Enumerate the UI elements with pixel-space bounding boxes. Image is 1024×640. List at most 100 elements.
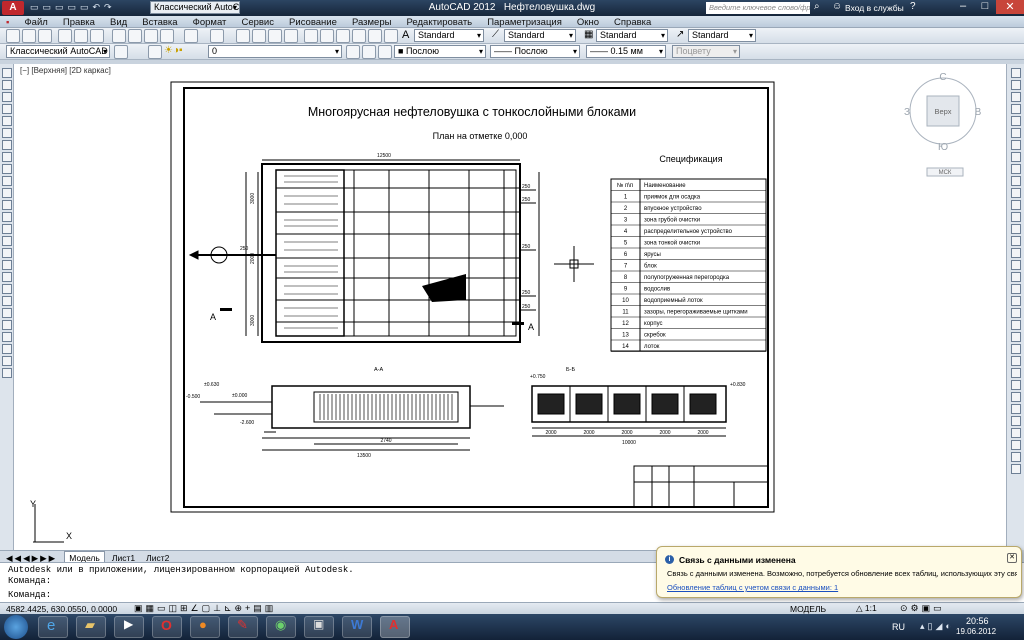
modify-tool-icon[interactable]: [1011, 68, 1021, 78]
app-icon[interactable]: ✎: [228, 616, 258, 638]
draw-tool-icon[interactable]: [2, 164, 12, 174]
zoom-window-icon[interactable]: [268, 29, 282, 43]
draw-tool-icon[interactable]: [2, 128, 12, 138]
modify-tool-icon[interactable]: [1011, 332, 1021, 342]
draw-tool-icon[interactable]: [2, 104, 12, 114]
draw-tool-icon[interactable]: [2, 296, 12, 306]
opera-icon[interactable]: O: [152, 616, 182, 638]
lineweight-select[interactable]: —— 0.15 мм: [586, 45, 666, 58]
clock-date[interactable]: 19.06.2012: [956, 627, 996, 636]
modify-tool-icon[interactable]: [1011, 176, 1021, 186]
explorer-icon[interactable]: ▰: [76, 616, 106, 638]
model-space-button[interactable]: МОДЕЛЬ: [790, 604, 826, 614]
layer-previous-icon[interactable]: [362, 45, 376, 59]
modify-tool-icon[interactable]: [1011, 200, 1021, 210]
start-button[interactable]: [4, 615, 28, 639]
preview-icon[interactable]: [74, 29, 88, 43]
modify-tool-icon[interactable]: [1011, 248, 1021, 258]
zoom-realtime-icon[interactable]: [252, 29, 266, 43]
draw-tool-icon[interactable]: [2, 284, 12, 294]
annotation-scale[interactable]: △ 1:1: [856, 603, 877, 614]
draw-tool-icon[interactable]: [2, 80, 12, 90]
draw-tool-icon[interactable]: [2, 344, 12, 354]
save-icon[interactable]: [38, 29, 52, 43]
modify-tool-icon[interactable]: [1011, 416, 1021, 426]
close-button[interactable]: ✕: [996, 0, 1024, 14]
modify-tool-icon[interactable]: [1011, 380, 1021, 390]
paste-icon[interactable]: [144, 29, 158, 43]
publish-icon[interactable]: [90, 29, 104, 43]
draw-tool-icon[interactable]: [2, 152, 12, 162]
modify-tool-icon[interactable]: [1011, 428, 1021, 438]
draw-tool-icon[interactable]: [2, 68, 12, 78]
layer-iso-icon[interactable]: [378, 45, 392, 59]
draw-tool-icon[interactable]: [2, 92, 12, 102]
modify-tool-icon[interactable]: [1011, 92, 1021, 102]
modify-tool-icon[interactable]: [1011, 164, 1021, 174]
draw-tool-icon[interactable]: [2, 272, 12, 282]
properties-icon[interactable]: [304, 29, 318, 43]
draw-tool-icon[interactable]: [2, 200, 12, 210]
modify-tool-icon[interactable]: [1011, 212, 1021, 222]
modify-tool-icon[interactable]: [1011, 440, 1021, 450]
ie-icon[interactable]: e: [38, 616, 68, 638]
draw-tool-icon[interactable]: [2, 320, 12, 330]
minimize-button[interactable]: –: [952, 0, 974, 14]
modify-tool-icon[interactable]: [1011, 128, 1021, 138]
draw-tool-icon[interactable]: [2, 236, 12, 246]
modify-tool-icon[interactable]: [1011, 80, 1021, 90]
search-input[interactable]: Введите ключевое слово/фразу: [706, 2, 810, 14]
notification-link[interactable]: Обновление таблиц с учетом связи с данны…: [667, 583, 838, 592]
pan-icon[interactable]: [236, 29, 250, 43]
modify-tool-icon[interactable]: [1011, 464, 1021, 474]
search-icon[interactable]: ⌕: [814, 1, 820, 12]
modify-tool-icon[interactable]: [1011, 260, 1021, 270]
draw-tool-icon[interactable]: [2, 248, 12, 258]
dim-style-select[interactable]: Standard: [504, 29, 576, 42]
modify-tool-icon[interactable]: [1011, 356, 1021, 366]
copy-icon[interactable]: [128, 29, 142, 43]
mleader-style-select[interactable]: Standard: [688, 29, 756, 42]
language-indicator[interactable]: RU: [892, 622, 905, 632]
help-icon[interactable]: ?: [910, 1, 916, 12]
snap-toggles[interactable]: ▣▦▭◫⊞∠▢⊥⊾⊕+▤▥: [134, 603, 276, 614]
modify-tool-icon[interactable]: [1011, 296, 1021, 306]
linetype-select[interactable]: —— Послою: [490, 45, 580, 58]
undo-icon[interactable]: [184, 29, 198, 43]
layer-properties-icon[interactable]: [148, 45, 162, 59]
maximize-button[interactable]: □: [974, 0, 996, 14]
text-style-select[interactable]: Standard: [414, 29, 484, 42]
clock-time[interactable]: 20:56: [966, 616, 989, 626]
modify-tool-icon[interactable]: [1011, 452, 1021, 462]
drawing-canvas[interactable]: [−] [Верхняя] [2D каркас] 1 приямок для …: [14, 64, 1006, 550]
sheet-set-icon[interactable]: [352, 29, 366, 43]
draw-tool-icon[interactable]: [2, 332, 12, 342]
modify-tool-icon[interactable]: [1011, 236, 1021, 246]
plot-icon[interactable]: [58, 29, 72, 43]
notification-close-button[interactable]: ✕: [1007, 553, 1017, 563]
table-style-select[interactable]: Standard: [596, 29, 668, 42]
make-current-icon[interactable]: [346, 45, 360, 59]
modify-tool-icon[interactable]: [1011, 404, 1021, 414]
modify-tool-icon[interactable]: [1011, 320, 1021, 330]
draw-tool-icon[interactable]: [2, 308, 12, 318]
modify-tool-icon[interactable]: [1011, 392, 1021, 402]
layer-select[interactable]: 0: [208, 45, 342, 58]
modify-tool-icon[interactable]: [1011, 116, 1021, 126]
modify-tool-icon[interactable]: [1011, 272, 1021, 282]
modify-tool-icon[interactable]: [1011, 188, 1021, 198]
draw-tool-icon[interactable]: [2, 224, 12, 234]
calculator-icon[interactable]: [384, 29, 398, 43]
draw-tool-icon[interactable]: [2, 356, 12, 366]
cut-icon[interactable]: [112, 29, 126, 43]
coordinates-readout[interactable]: 4582.4425, 630.0550, 0.0000: [6, 604, 117, 614]
workspace-settings-icon[interactable]: [114, 45, 128, 59]
modify-tool-icon[interactable]: [1011, 344, 1021, 354]
modify-tool-icon[interactable]: [1011, 284, 1021, 294]
modify-tool-icon[interactable]: [1011, 368, 1021, 378]
plotstyle-select[interactable]: Поцвету: [672, 45, 740, 58]
modify-tool-icon[interactable]: [1011, 308, 1021, 318]
markup-icon[interactable]: [368, 29, 382, 43]
media-player-icon[interactable]: ▶: [114, 616, 144, 638]
redo-icon[interactable]: [210, 29, 224, 43]
